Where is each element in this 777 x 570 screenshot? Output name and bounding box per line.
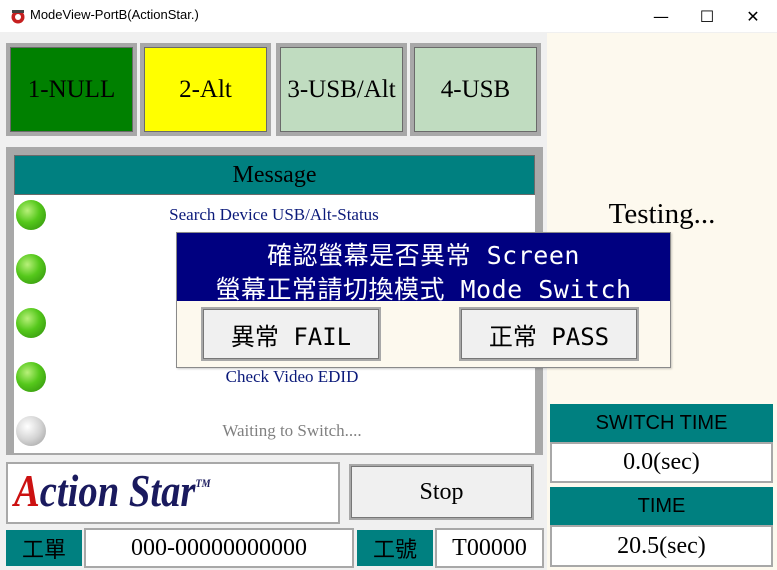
work-order-label: 工單 <box>6 530 82 566</box>
pass-button[interactable]: 正常 PASS <box>461 309 637 359</box>
close-button[interactable]: ✕ <box>730 0 776 32</box>
message-header: Message <box>14 155 535 195</box>
mode-button-frame: 1-NULL <box>6 43 137 136</box>
status-led-icon <box>16 254 46 284</box>
action-star-logo: Action StarTM <box>14 464 211 517</box>
minimize-button[interactable]: — <box>638 0 684 32</box>
status-led-icon <box>16 362 46 392</box>
mode-button-null[interactable]: 1-NULL <box>10 47 133 132</box>
pass-button-frame: 正常 PASS <box>459 307 639 361</box>
message-line-5: Waiting to Switch.... <box>222 421 362 440</box>
time-label: TIME <box>550 487 773 525</box>
work-order-value: 000-00000000000 <box>84 528 354 568</box>
app-icon <box>11 10 25 24</box>
work-id-value: T00000 <box>435 528 544 568</box>
dialog-question: 確認螢幕是否異常 Screen <box>267 241 580 270</box>
logo-first-letter: A <box>14 465 40 516</box>
mode-button-frame: 4-USB <box>410 43 541 136</box>
message-line-1: Search Device USB/Alt-Status <box>169 205 379 224</box>
logo-text: ction Star <box>39 465 196 516</box>
maximize-button[interactable]: ☐ <box>684 0 730 32</box>
mode-button-alt[interactable]: 2-Alt <box>144 47 267 132</box>
mode-button-usb-alt[interactable]: 3-USB/Alt <box>280 47 403 132</box>
stop-button-frame: Stop <box>349 464 534 520</box>
mode-button-usb[interactable]: 4-USB <box>414 47 537 132</box>
status-led-icon <box>16 200 46 230</box>
message-line-4: Check Video EDID <box>225 367 359 386</box>
mode-button-frame: 3-USB/Alt <box>276 43 407 136</box>
fail-button-frame: 異常 FAIL <box>201 307 381 361</box>
trademark-mark: TM <box>195 476 211 490</box>
dialog-instruction: 螢幕正常請切換模式 Mode Switch <box>215 275 632 304</box>
work-id-label: 工號 <box>357 530 433 566</box>
switch-time-value: 0.0(sec) <box>550 442 773 483</box>
switch-time-label: SWITCH TIME <box>550 404 773 442</box>
status-led-icon <box>16 308 46 338</box>
status-led-icon <box>16 416 46 446</box>
mode-button-frame: 2-Alt <box>140 43 271 136</box>
window-title: ModeView-PortB(ActionStar.) <box>30 7 199 22</box>
testing-status: Testing... <box>608 198 716 230</box>
fail-button[interactable]: 異常 FAIL <box>203 309 379 359</box>
stop-button[interactable]: Stop <box>351 466 532 518</box>
time-value: 20.5(sec) <box>550 525 773 567</box>
